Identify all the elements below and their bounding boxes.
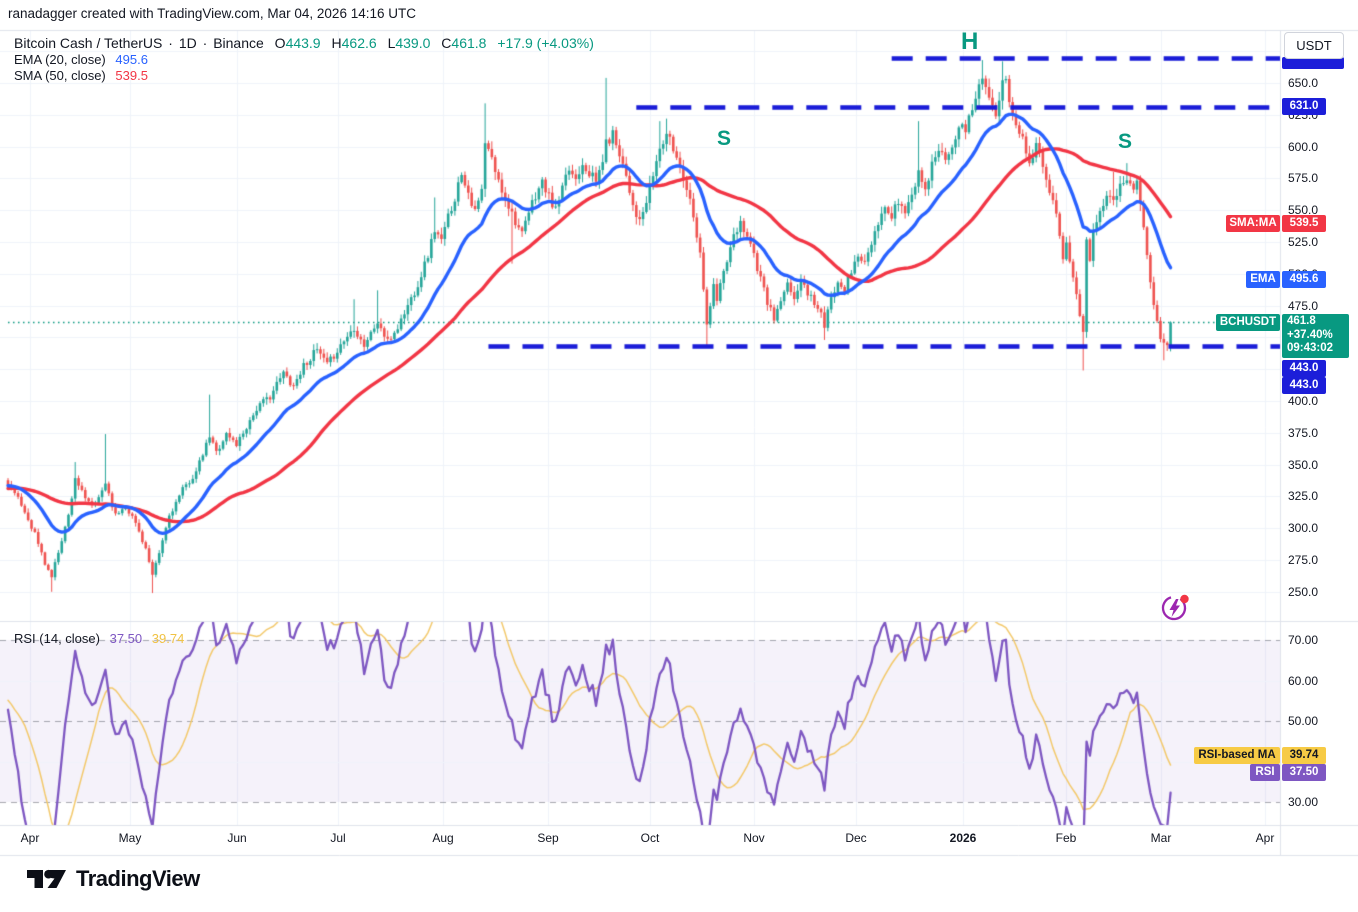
level-badge-443-a: 443.0 [1282, 360, 1326, 377]
price-tick: 375.0 [1288, 425, 1319, 440]
price-tick: 600.0 [1288, 139, 1319, 154]
time-axis-label: Jul [330, 831, 346, 845]
time-axis-label: Nov [743, 831, 765, 845]
rsi-tick: 70.00 [1288, 633, 1319, 647]
ema-label: EMA (20, close) [14, 52, 106, 67]
ohlc-close: C461.8 [441, 35, 487, 51]
price-tick: 275.0 [1288, 553, 1319, 567]
level-badge-443-b: 443.0 [1282, 377, 1326, 394]
time-axis-label: Feb [1055, 831, 1077, 845]
ohlc-low: L439.0 [387, 35, 431, 51]
price-tick: 350.0 [1288, 457, 1319, 472]
time-axis-label: Apr [1255, 831, 1275, 845]
tradingview-logo-text: TradingView [76, 866, 200, 891]
sma-value: 539.5 [115, 68, 148, 83]
rsi-tick: 30.00 [1288, 795, 1319, 809]
rsi-ma-axis-value: 39.74 [1282, 747, 1326, 764]
sma-axis-label: SMA:MA [1226, 215, 1280, 232]
rsi-label: RSI (14, close) [14, 631, 100, 646]
price-tick: 400.0 [1288, 394, 1319, 408]
lightning-marker-icon[interactable] [1159, 591, 1193, 630]
time-axis-label: Aug [432, 831, 454, 845]
sma-label: SMA (50, close) [14, 68, 106, 83]
rsi-tick: 60.00 [1288, 673, 1319, 688]
ema-value: 495.6 [115, 52, 148, 67]
last-price-change: +37.40% [1287, 328, 1333, 341]
tradingview-chart-window: { "watermark": "ranadagger created with … [0, 0, 1358, 912]
price-tick: 325.0 [1288, 489, 1319, 504]
time-axis-label: Dec [845, 831, 867, 845]
rsi-value: 37.50 [109, 631, 143, 646]
ema-axis-value: 495.6 [1282, 271, 1326, 288]
symbol-axis-label: BCHUSDT [1216, 314, 1280, 331]
rsi-axis-label: RSI [1250, 764, 1280, 781]
legend-sma[interactable]: SMA (50, close) 539.5 [14, 68, 148, 83]
price-tick: 300.0 [1288, 521, 1319, 536]
separator: · [168, 35, 173, 51]
symbol-title: Bitcoin Cash / TetherUS [14, 35, 163, 51]
rsi-ma-axis-label: RSI-based MA [1194, 747, 1280, 764]
last-price-badge: 461.8 +37.40% 09:43:02 [1282, 314, 1349, 358]
level-badge-631: 631.0 [1282, 98, 1326, 115]
ema-axis-label: EMA [1246, 271, 1280, 288]
tradingview-logo-mark [27, 869, 66, 888]
annotation-right-shoulder[interactable]: S [1118, 130, 1132, 154]
ohlc-high: H462.6 [331, 35, 377, 51]
time-axis-label: Jun [227, 831, 247, 845]
ohlc-open: O443.9 [274, 35, 321, 51]
symbol-exchange: Binance [213, 35, 264, 51]
rsi-tick: 50.00 [1288, 714, 1319, 728]
legend-ema[interactable]: EMA (20, close) 495.6 [14, 52, 148, 67]
price-tick: 575.0 [1288, 171, 1319, 186]
annotation-left-shoulder[interactable]: S [717, 127, 731, 151]
tradingview-logo[interactable]: TradingView [26, 864, 200, 894]
legend-rsi[interactable]: RSI (14, close) 37.50 39.74 [14, 631, 184, 646]
time-axis-label: Oct [640, 831, 660, 845]
last-price: 461.8 [1287, 315, 1316, 327]
symbol-header[interactable]: Bitcoin Cash / TetherUS · 1D · Binance O… [14, 35, 594, 51]
symbol-interval: 1D [178, 35, 197, 51]
annotation-head[interactable]: H [961, 28, 978, 56]
bar-countdown: 09:43:02 [1287, 342, 1334, 354]
time-axis-label: May [118, 831, 142, 845]
currency-toggle-button[interactable]: USDT [1284, 32, 1344, 59]
price-tick: 250.0 [1288, 584, 1319, 599]
price-chart-canvas[interactable] [0, 0, 1358, 912]
rsi-axis-value: 37.50 [1282, 764, 1326, 781]
price-tick: 475.0 [1288, 298, 1319, 313]
time-axis-label: Apr [20, 831, 40, 845]
sma-axis-value: 539.5 [1282, 215, 1326, 232]
time-axis-label: 2026 [949, 831, 977, 845]
separator: · [202, 35, 208, 51]
price-tick: 650.0 [1288, 76, 1319, 90]
rsi-ma-value: 39.74 [151, 631, 185, 646]
price-tick: 525.0 [1288, 235, 1319, 249]
daily-change: +17.9 (+4.03%) [497, 35, 594, 51]
watermark-attribution: ranadagger created with TradingView.com,… [8, 6, 416, 21]
time-axis-label: Mar [1150, 831, 1172, 845]
time-axis-label: Sep [537, 831, 559, 845]
